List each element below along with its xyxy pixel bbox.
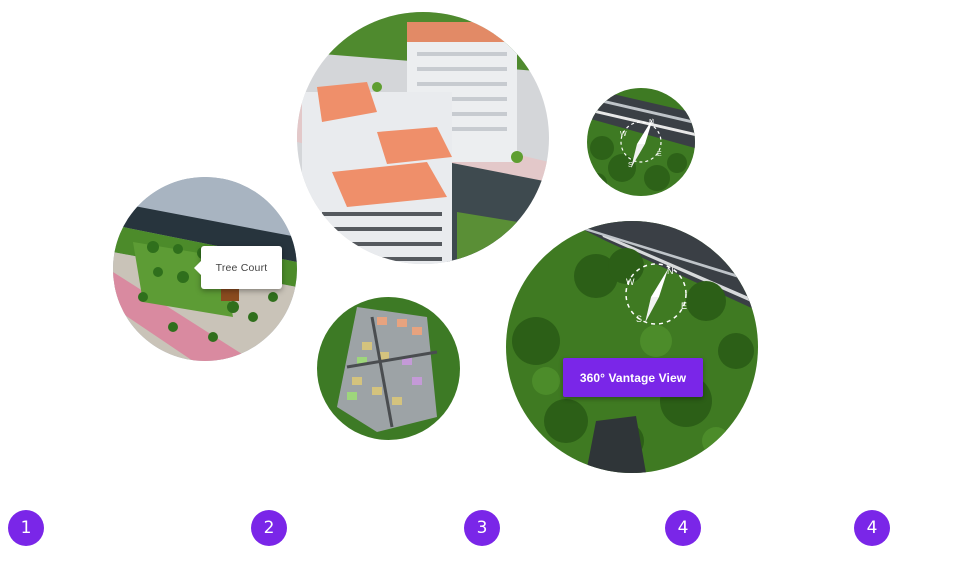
tooltip-label: Tree Court (215, 261, 268, 274)
compass-w-label: W (620, 131, 627, 138)
step-badge-3[interactable]: 3 (464, 510, 500, 546)
vantage-compass-e-label: E (681, 301, 687, 311)
step-badge-5[interactable]: 4 (854, 510, 890, 546)
vantage-compass-n-label: N (667, 266, 674, 276)
step-badge-4[interactable]: 4 (665, 510, 701, 546)
compass-aerial-image: N W E S (587, 88, 695, 196)
compass-s-label: S (628, 162, 633, 169)
vantage-aerial-image: N W E S (506, 221, 758, 473)
master-plan-image (317, 297, 460, 440)
vantage-view-button[interactable]: 360° Vantage View (563, 358, 703, 397)
step-badge-1[interactable]: 1 (8, 510, 44, 546)
step-badge-2[interactable]: 2 (251, 510, 287, 546)
compass-n-label: N (649, 119, 654, 126)
tree-court-tooltip: Tree Court (194, 246, 282, 289)
vantage-compass-s-label: S (636, 314, 642, 324)
master-plan-view[interactable] (317, 297, 460, 440)
vantage-view-circle[interactable]: N W E S (506, 221, 758, 473)
compass-orientation-view[interactable]: N W E S (587, 88, 695, 196)
compass-e-label: E (657, 151, 662, 158)
vantage-compass-w-label: W (626, 277, 635, 287)
